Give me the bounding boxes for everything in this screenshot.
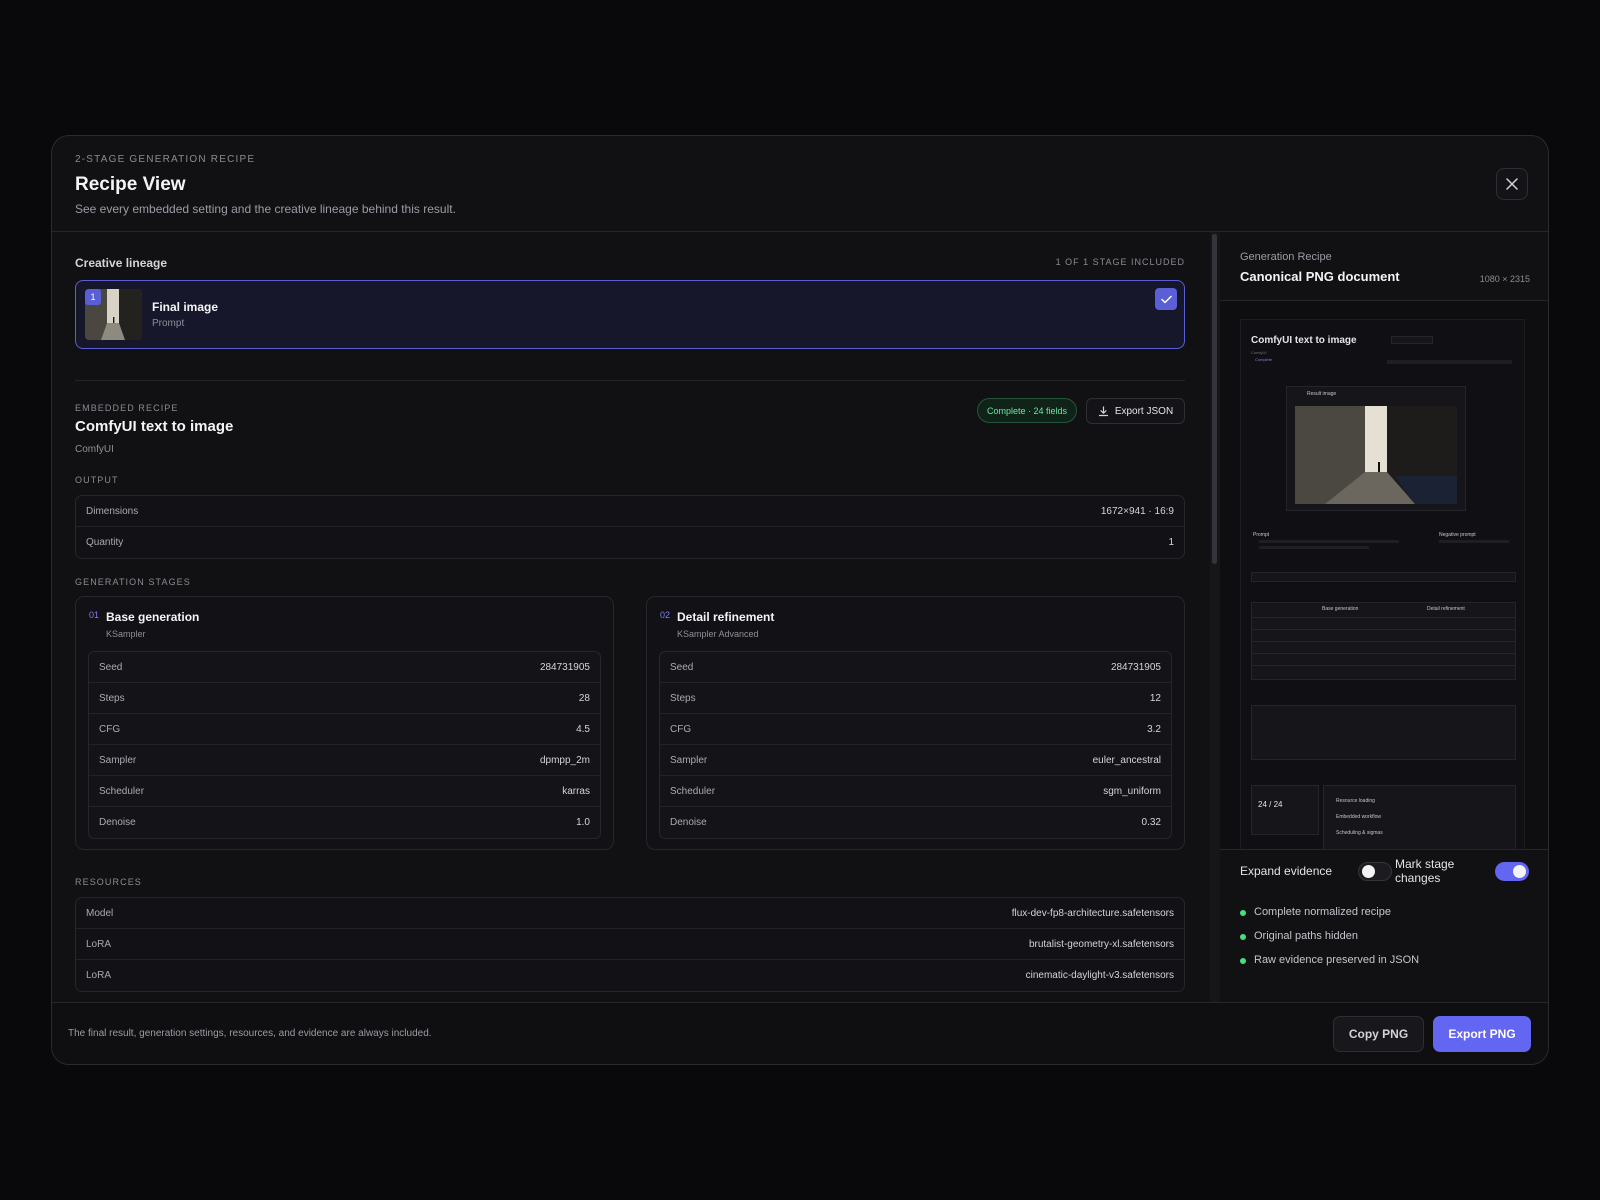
table-row: Denoise 1.0: [99, 817, 590, 828]
list-item: Original paths hidden: [1240, 930, 1358, 942]
table-row: Dimensions 1672×941 · 16:9: [76, 496, 1184, 527]
stage-number: 02: [660, 610, 671, 620]
table-row: LoRA brutalist-geometry-xl.safetensors: [76, 929, 1184, 960]
final-image-thumbnail: 1: [85, 289, 142, 340]
details-scrollbar[interactable]: [1210, 232, 1220, 1002]
table-row: Seed 284731905: [660, 652, 1171, 683]
table-row: Quantity 1: [86, 537, 1174, 548]
download-icon: [1098, 405, 1108, 416]
toggle-knob: [1513, 865, 1526, 878]
copy-png-button[interactable]: Copy PNG: [1333, 1016, 1424, 1052]
table-row: Sampler dpmpp_2m: [89, 745, 600, 776]
stage-number-badge: 1: [85, 289, 101, 305]
stage-title: Base generation: [106, 610, 200, 624]
list-item: Raw evidence preserved in JSON: [1240, 954, 1419, 966]
list-item: Complete normalized recipe: [1240, 906, 1391, 918]
panel-dimensions: 1080 × 2315: [1479, 274, 1530, 284]
include-stage-checkbox[interactable]: [1155, 288, 1177, 310]
header-eyebrow: 2-STAGE GENERATION RECIPE: [75, 154, 256, 165]
preview-result-image: [1295, 406, 1457, 504]
panel-title: Canonical PNG document: [1240, 269, 1400, 284]
stage-settings-table: Seed 284731905 Steps 12 CFG 3.2 Sampler eule…: [659, 651, 1172, 839]
recipe-title: ComfyUI text to image: [75, 418, 234, 435]
preview-source: ComfyUI: [1251, 350, 1267, 355]
export-png-button[interactable]: Export PNG: [1433, 1016, 1531, 1052]
table-row: Scheduler sgm_uniform: [660, 776, 1171, 807]
export-json-button[interactable]: Export JSON: [1086, 398, 1185, 424]
close-icon: [1506, 178, 1518, 190]
table-row: Steps 12: [660, 683, 1171, 714]
png-preview-panel: Generation Recipe Canonical PNG document…: [1220, 232, 1548, 1002]
scrollbar-thumb[interactable]: [1212, 234, 1217, 564]
stages-label: GENERATION STAGES: [75, 577, 191, 587]
stage-number: 01: [89, 610, 100, 620]
preview-result-card: Result image: [1286, 386, 1466, 511]
lineage-item-name: Final image: [152, 300, 219, 314]
table-row: Seed 284731905: [89, 652, 600, 683]
preview-evidence-list: Resource loading Embedded workflow Sched…: [1323, 785, 1516, 849]
table-row: Steps 28: [89, 683, 600, 714]
preview-stages-table: Base generation Detail refinement: [1251, 602, 1516, 680]
toggle-knob: [1362, 865, 1375, 878]
preview-evidence-counter: 24 / 24: [1251, 785, 1319, 835]
preview-resources-table: [1251, 705, 1516, 760]
page-title: Recipe View: [75, 174, 186, 195]
check-icon: [1160, 295, 1172, 303]
check-dot-icon: [1240, 958, 1246, 964]
table-row: CFG 3.2: [660, 714, 1171, 745]
table-row: Denoise 0.32: [670, 817, 1161, 828]
png-document-preview: ComfyUI text to image ComfyUI Complete R…: [1240, 319, 1525, 849]
expand-evidence-toggle[interactable]: [1358, 862, 1392, 881]
section-divider: [75, 380, 1185, 381]
mark-stage-changes-toggle[interactable]: [1495, 862, 1529, 881]
stage-card-detail-refinement: 02 Detail refinement KSampler Advanced S…: [646, 596, 1185, 850]
lineage-count: 1 OF 1 STAGE INCLUDED: [1055, 257, 1185, 267]
close-button[interactable]: [1496, 168, 1528, 200]
table-row: CFG 4.5: [89, 714, 600, 745]
table-row: LoRA cinematic-daylight-v3.safetensors: [86, 970, 1174, 981]
stage-card-base-generation: 01 Base generation KSampler Seed 28473190…: [75, 596, 614, 850]
modal-footer: The final result, generation settings, r…: [52, 1002, 1548, 1064]
lineage-item-type: Prompt: [152, 318, 185, 329]
recipe-eyebrow: EMBEDDED RECIPE: [75, 403, 179, 413]
preview-negative-label: Negative prompt: [1439, 532, 1476, 538]
modal-header: 2-STAGE GENERATION RECIPE Recipe View Se…: [52, 136, 1548, 232]
stage-title: Detail refinement: [677, 610, 775, 624]
lineage-title: Creative lineage: [75, 256, 168, 270]
preview-lineage-strip: [1251, 572, 1516, 582]
expand-evidence-label: Expand evidence: [1240, 864, 1333, 878]
table-row: Model flux-dev-fp8-architecture.safetenso…: [76, 898, 1184, 929]
table-row: Sampler euler_ancestral: [660, 745, 1171, 776]
mark-stage-changes-label: Mark stage changes: [1395, 857, 1455, 885]
export-json-label: Export JSON: [1114, 405, 1174, 417]
lineage-item-final-image[interactable]: 1 Final image Prompt: [75, 280, 1185, 349]
panel-eyebrow: Generation Recipe: [1240, 251, 1332, 263]
check-dot-icon: [1240, 934, 1246, 940]
resources-label: RESOURCES: [75, 877, 142, 887]
png-preview-viewport[interactable]: ComfyUI text to image ComfyUI Complete R…: [1220, 300, 1548, 850]
stage-node: KSampler Advanced: [677, 629, 759, 639]
status-badge: Complete · 24 fields: [977, 398, 1078, 423]
check-dot-icon: [1240, 910, 1246, 916]
table-row: Scheduler karras: [89, 776, 600, 807]
recipe-details-pane: Creative lineage 1 OF 1 STAGE INCLUDED 1…: [52, 232, 1210, 1002]
stage-settings-table: Seed 284731905 Steps 28 CFG 4.5 Sampler dpmp…: [88, 651, 601, 839]
output-table: Dimensions 1672×941 · 16:9 Quantity 1: [75, 495, 1185, 559]
preview-title: ComfyUI text to image: [1251, 335, 1357, 346]
stage-node: KSampler: [106, 629, 146, 639]
output-label: OUTPUT: [75, 475, 119, 485]
recipe-modal: 2-STAGE GENERATION RECIPE Recipe View Se…: [51, 135, 1549, 1065]
preview-options: Expand evidence Mark stage changes: [1220, 850, 1548, 892]
recipe-source: ComfyUI: [75, 444, 114, 455]
page-subtitle: See every embedded setting and the creat…: [75, 202, 456, 216]
preview-prompt-label: Prompt: [1253, 532, 1270, 538]
footer-note: The final result, generation settings, r…: [68, 1028, 432, 1039]
preview-status: Complete: [1255, 357, 1273, 362]
resources-table: Model flux-dev-fp8-architecture.safetenso…: [75, 897, 1185, 992]
